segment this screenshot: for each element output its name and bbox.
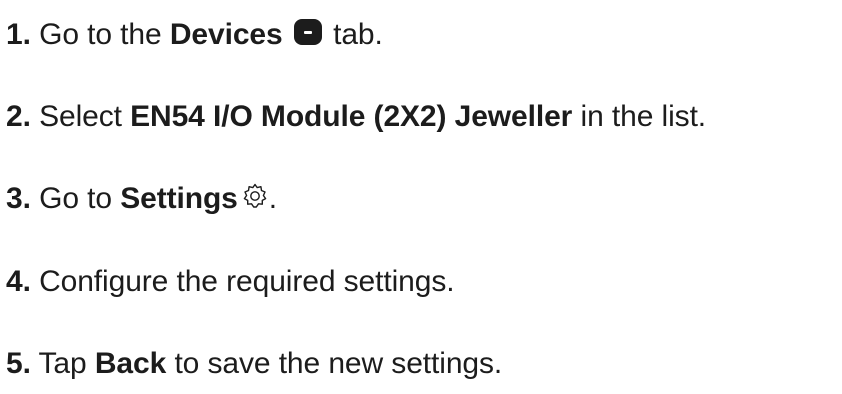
step-text: Select xyxy=(39,100,122,133)
step-text: . xyxy=(268,182,277,215)
step-number: 3. xyxy=(6,182,31,215)
step-number: 5. xyxy=(6,347,31,380)
step-5: 5. Tap Back to save the new settings. xyxy=(6,346,502,382)
step-number: 4. xyxy=(6,265,31,298)
device-name: EN54 I/O Module (2X2) Jeweller xyxy=(130,100,573,133)
step-text: Tap xyxy=(38,347,87,380)
step-number: 1. xyxy=(6,18,31,51)
step-text: in the list. xyxy=(580,100,707,133)
devices-icon xyxy=(293,19,322,45)
step-text: Configure the required settings. xyxy=(39,265,455,298)
gear-icon xyxy=(243,183,267,208)
step-text: to save the new settings. xyxy=(174,347,503,380)
step-2: 2. Select EN54 I/O Module (2X2) Jeweller… xyxy=(6,99,706,135)
step-3: 3. Go to Settings. xyxy=(6,181,277,217)
step-text: tab. xyxy=(333,18,383,51)
back-label: Back xyxy=(94,347,167,380)
step-1: 1. Go to the Devices tab. xyxy=(6,17,383,53)
step-text: Go to the xyxy=(39,18,162,51)
step-4: 4. Configure the required settings. xyxy=(6,264,455,300)
step-number: 2. xyxy=(6,100,31,133)
settings-label: Settings xyxy=(120,182,238,215)
devices-tab-label: Devices xyxy=(169,18,283,51)
step-text: Go to xyxy=(39,182,112,215)
